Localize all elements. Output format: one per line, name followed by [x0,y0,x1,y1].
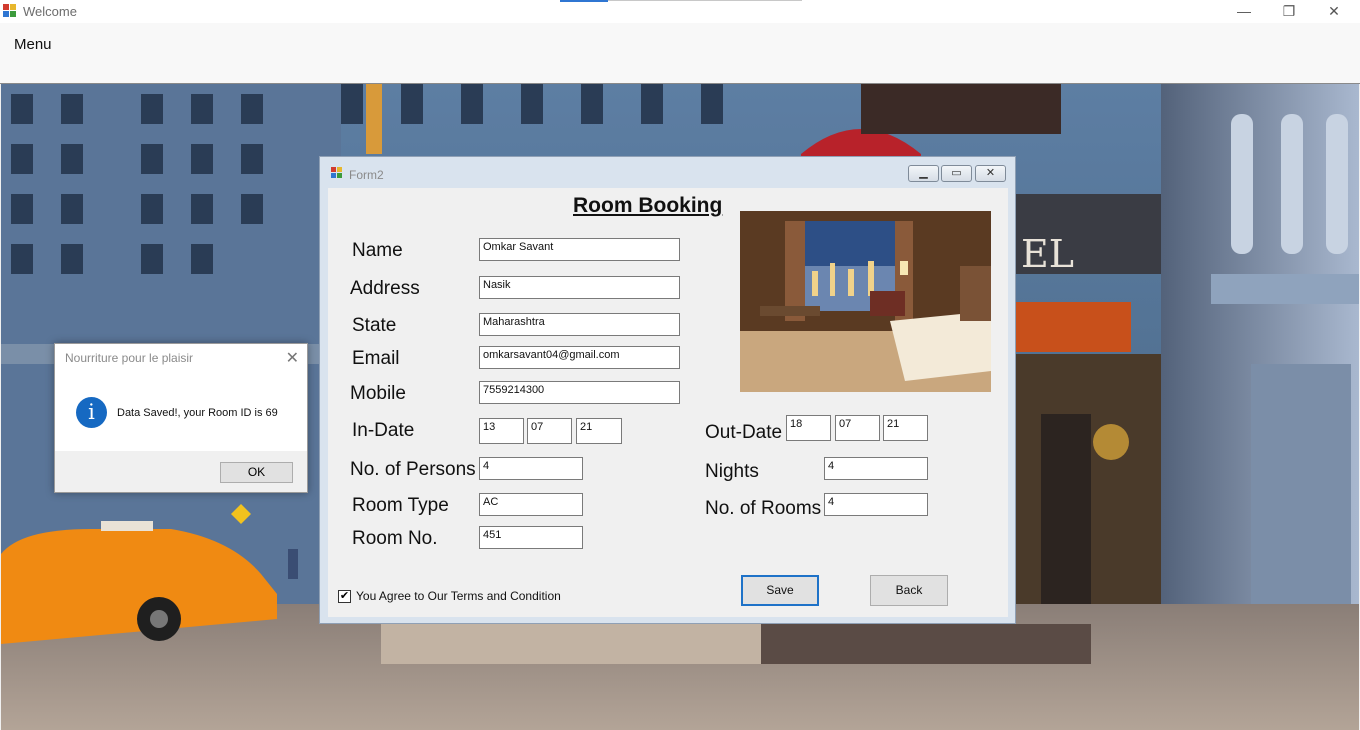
name-label: Name [352,240,403,261]
message-box-footer: OK [55,451,307,492]
persons-field[interactable]: 4 [479,457,583,480]
page-title: Room Booking [573,194,723,217]
form-icon [331,167,342,178]
persons-label: No. of Persons [350,459,476,480]
ok-button[interactable]: OK [220,462,293,483]
in-date-year-field[interactable]: 21 [576,418,622,444]
room-type-field[interactable]: AC [479,493,583,516]
form-client-area: Room Booking Name Omkar Savant Address N… [328,188,1008,617]
message-box-close-icon[interactable]: ✕ [286,348,299,368]
info-icon: i [76,397,107,428]
room-no-label: Room No. [352,528,438,549]
mobile-label: Mobile [350,383,406,404]
title-divider [608,0,802,1]
email-field[interactable]: omkarsavant04@gmail.com [479,346,680,369]
form-minimize-button[interactable]: ▁ [908,165,939,182]
nights-label: Nights [705,461,759,482]
email-label: Email [352,348,400,369]
name-field[interactable]: Omkar Savant [479,238,680,261]
out-date-label: Out-Date [705,422,783,443]
state-field[interactable]: Maharashtra [479,313,680,336]
mobile-field[interactable]: 7559214300 [479,381,680,404]
address-field[interactable]: Nasik [479,276,680,299]
room-no-field[interactable]: 451 [479,526,583,549]
nights-field[interactable]: 4 [824,457,928,480]
form-maximize-button[interactable]: ▭ [941,165,972,182]
menu-item-menu[interactable]: Menu [14,36,52,53]
restore-button[interactable]: ❐ [1266,0,1312,22]
svg-text:EL: EL [1021,232,1074,276]
window-title: Welcome [23,4,77,19]
out-date-month-field[interactable]: 07 [835,415,880,441]
message-box-title: Nourriture pour le plaisir [65,351,194,365]
rooms-field[interactable]: 4 [824,493,928,516]
out-date-year-field[interactable]: 21 [883,415,928,441]
form-title: Form2 [349,168,384,182]
title-bar: Welcome — ❐ ✕ [0,0,1360,23]
in-date-day-field[interactable]: 13 [479,418,524,444]
message-text: Data Saved!, your Room ID is 69 [117,407,278,419]
close-button[interactable]: ✕ [1311,0,1357,22]
terms-checkbox[interactable]: ✔ [338,590,351,603]
in-date-label: In-Date [352,420,415,441]
menu-bar: Menu [0,23,1360,84]
out-date-day-field[interactable]: 18 [786,415,831,441]
room-booking-window: Form2 ▁ ▭ ✕ Room Booking Name Omkar Sava… [319,156,1016,624]
save-button[interactable]: Save [741,575,819,606]
back-button[interactable]: Back [870,575,948,606]
title-accent [560,0,608,2]
terms-label: You Agree to Our Terms and Condition [356,589,561,603]
minimize-button[interactable]: — [1221,0,1267,22]
state-label: State [352,315,397,336]
in-date-month-field[interactable]: 07 [527,418,572,444]
app-icon [3,4,16,17]
room-type-label: Room Type [352,495,449,516]
rooms-label: No. of Rooms [705,498,822,519]
message-box: Nourriture pour le plaisir ✕ i Data Save… [54,343,308,493]
form-close-button[interactable]: ✕ [975,165,1006,182]
hotel-room-image [740,211,991,392]
address-label: Address [350,278,420,299]
